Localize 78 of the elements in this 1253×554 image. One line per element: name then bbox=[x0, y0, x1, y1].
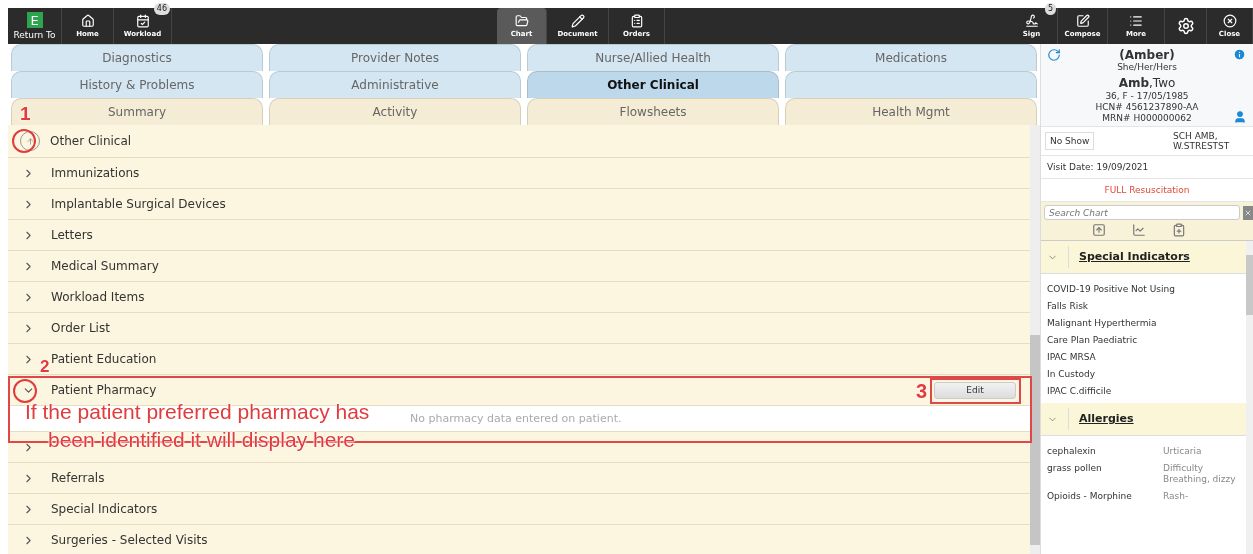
reaction-text: Urticaria bbox=[1163, 446, 1203, 457]
section-row[interactable]: Medical Summary bbox=[8, 251, 1030, 282]
chart-tab[interactable]: Medications bbox=[785, 44, 1037, 71]
count-badge: 5 bbox=[1044, 3, 1056, 15]
item-name: Care Plan Paediatric bbox=[1047, 335, 1138, 346]
list-icon bbox=[1129, 14, 1143, 28]
item-name: Falls Risk bbox=[1047, 301, 1089, 312]
pencil-icon bbox=[570, 14, 585, 28]
calendar-icon bbox=[135, 14, 150, 28]
chart-tab[interactable]: Diagnostics bbox=[11, 44, 263, 71]
home-icon bbox=[80, 14, 95, 28]
chart-tab[interactable]: Activity bbox=[269, 98, 521, 125]
person-icon[interactable] bbox=[1233, 110, 1247, 124]
section-row[interactable]: Letters bbox=[8, 220, 1030, 251]
info-icon[interactable] bbox=[1233, 48, 1246, 61]
clipboard-icon[interactable] bbox=[1172, 223, 1186, 237]
item-name: grass pollen bbox=[1047, 463, 1103, 475]
scrollbar-thumb[interactable] bbox=[1246, 255, 1253, 315]
item-name: COVID-19 Positive Not Using bbox=[1047, 284, 1175, 295]
item-name: IPAC MRSA bbox=[1047, 352, 1096, 363]
reaction-text: Rash- bbox=[1163, 491, 1190, 502]
patient-name: Amb,Two bbox=[1118, 75, 1176, 91]
section-row[interactable]: Implantable Surgical Devices bbox=[8, 189, 1030, 220]
step-number: 3 bbox=[916, 381, 928, 401]
age-sex-dob: 36, F - 17/05/1985 bbox=[1105, 91, 1189, 102]
item-name: Opioids - Morphine bbox=[1047, 491, 1133, 502]
count-badge: 46 bbox=[153, 3, 170, 15]
hcn-number: HCN# 4561237890-AA bbox=[1095, 102, 1199, 113]
chart-tab[interactable]: Provider Notes bbox=[269, 44, 521, 71]
refresh-icon[interactable] bbox=[1047, 48, 1061, 62]
step-number: 2 bbox=[40, 358, 50, 375]
clear-button[interactable] bbox=[1243, 205, 1253, 220]
signature-icon bbox=[1024, 14, 1039, 28]
mrn-number: MRN# H000000062 bbox=[1102, 113, 1192, 124]
highlight-circle bbox=[12, 129, 36, 153]
settings-icon bbox=[1176, 17, 1195, 35]
panel-title[interactable]: Allergies bbox=[1068, 408, 1134, 430]
close-icon bbox=[1222, 14, 1237, 28]
panel-title[interactable]: Special Indicators bbox=[1068, 246, 1190, 268]
visit-date: Visit Date: 19/09/2021 bbox=[1047, 162, 1149, 172]
section-title: Other Clinical bbox=[50, 134, 132, 148]
preferred-name: (Amber) bbox=[1119, 48, 1175, 62]
search-field[interactable]: Search Chart bbox=[1044, 205, 1240, 220]
item-name: cephalexin bbox=[1047, 446, 1097, 457]
chart-tab[interactable]: History & Problems bbox=[11, 71, 263, 98]
no-show-button[interactable]: No Show bbox=[1045, 132, 1095, 150]
highlight-circle bbox=[13, 379, 37, 403]
location-text: SCH AMB, W.STRESTST bbox=[1173, 131, 1231, 151]
close-icon bbox=[1244, 208, 1252, 217]
code-status: FULL Resuscitation bbox=[1104, 185, 1190, 195]
section-header[interactable]: Other Clinical bbox=[8, 125, 1030, 158]
section-row[interactable]: Immunizations bbox=[8, 158, 1030, 189]
chart-tab[interactable]: Flowsheets bbox=[527, 98, 779, 125]
upload-icon[interactable] bbox=[1092, 223, 1106, 237]
scrollbar-thumb[interactable] bbox=[1030, 335, 1040, 545]
section-row[interactable]: Referrals bbox=[8, 463, 1030, 494]
empty-message: No pharmacy data entered on patient. bbox=[410, 412, 622, 425]
section-row[interactable]: Special Indicators bbox=[8, 494, 1030, 525]
section-row[interactable]: Workload Items bbox=[8, 282, 1030, 313]
reaction-text: Difficulty Breathing, dizzy bbox=[1163, 463, 1237, 485]
line-chart-icon[interactable] bbox=[1132, 223, 1146, 237]
edit-button[interactable]: Edit bbox=[934, 381, 1016, 399]
pronouns: She/Her/Hers bbox=[1117, 62, 1177, 73]
compose-icon bbox=[1075, 14, 1090, 28]
chart-tab[interactable]: Administrative bbox=[269, 71, 521, 98]
panel-header[interactable]: Allergies bbox=[1041, 403, 1246, 436]
folder-icon bbox=[514, 14, 529, 28]
panel-header[interactable]: Special Indicators bbox=[1041, 241, 1246, 274]
logo-icon: E bbox=[26, 12, 43, 28]
chart-tab[interactable]: Nurse/Allied Health bbox=[527, 44, 779, 71]
item-name: Malignant Hyperthermia bbox=[1047, 318, 1157, 329]
step-number: 1 bbox=[20, 104, 31, 123]
item-name: In Custody bbox=[1047, 369, 1095, 380]
item-name: IPAC C.difficile bbox=[1047, 386, 1112, 397]
clipboard-icon bbox=[629, 14, 644, 28]
chart-tab[interactable]: Health Mgmt bbox=[785, 98, 1037, 125]
section-row[interactable]: Order List bbox=[8, 313, 1030, 344]
chart-tab[interactable]: Other Clinical bbox=[527, 71, 779, 98]
